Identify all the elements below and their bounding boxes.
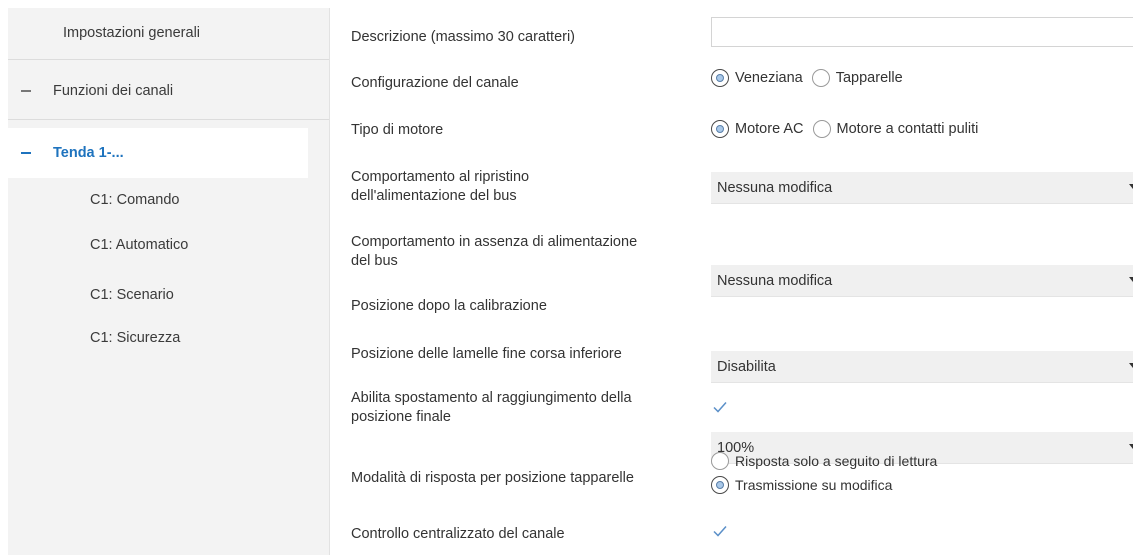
radio-unselected-icon bbox=[711, 452, 729, 470]
enable-move-checkbox[interactable] bbox=[711, 398, 729, 416]
sidebar-item-c1-automatico[interactable]: C1: Automatico bbox=[8, 220, 329, 270]
radio-label: Motore AC bbox=[735, 121, 804, 137]
bus-restore-dropdown[interactable]: Nessuna modifica bbox=[711, 172, 1133, 204]
channel-navigation-sidebar: Impostazioni generali Funzioni dei canal… bbox=[8, 8, 330, 555]
caret-down-icon bbox=[1129, 363, 1133, 368]
radio-label: Tapparelle bbox=[835, 70, 903, 86]
motor-type-radio-group: Motore AC Motore a contatti puliti bbox=[711, 120, 987, 138]
sidebar-item-c1-sicurezza[interactable]: C1: Sicurezza bbox=[8, 313, 329, 363]
sidebar-item-label: Impostazioni generali bbox=[63, 25, 201, 41]
sidebar-item-label: Tenda 1-... bbox=[53, 145, 124, 161]
central-control-checkbox[interactable] bbox=[711, 522, 729, 540]
radio-trasmissione-modifica[interactable]: Trasmissione su modifica bbox=[711, 476, 937, 494]
caret-down-icon bbox=[1129, 184, 1133, 189]
caret-down-icon bbox=[1129, 277, 1133, 282]
bus-absence-label: Comportamento in assenza di alimentazion… bbox=[351, 233, 706, 271]
radio-tapparelle[interactable]: Tapparelle bbox=[811, 69, 903, 87]
radio-motore-contatti-puliti[interactable]: Motore a contatti puliti bbox=[812, 120, 979, 138]
sidebar-divider bbox=[8, 59, 329, 60]
radio-selected-icon bbox=[711, 120, 729, 138]
bus-absence-dropdown[interactable]: Nessuna modifica bbox=[711, 265, 1133, 297]
caret-down-icon bbox=[1129, 444, 1133, 449]
motor-type-label: Tipo di motore bbox=[351, 122, 444, 138]
slat-position-label: Posizione delle lamelle fine corsa infer… bbox=[351, 346, 622, 362]
description-label: Descrizione (massimo 30 caratteri) bbox=[351, 29, 576, 45]
channel-config-label: Configurazione del canale bbox=[351, 75, 519, 91]
enable-move-label-line1: Abilita spostamento al raggiungimento de… bbox=[351, 390, 632, 406]
radio-selected-icon bbox=[711, 476, 729, 494]
dropdown-value: Nessuna modifica bbox=[717, 272, 833, 289]
sidebar-divider bbox=[8, 119, 329, 120]
bus-absence-label-line2: del bus bbox=[351, 253, 398, 269]
dropdown-value: Disabilita bbox=[717, 358, 776, 375]
checkmark-icon bbox=[713, 402, 727, 413]
radio-veneziana[interactable]: Veneziana bbox=[711, 69, 803, 87]
channel-settings-form: Descrizione (massimo 30 caratteri) Confi… bbox=[330, 0, 1133, 555]
collapse-dash-icon[interactable] bbox=[21, 90, 31, 92]
checkmark-icon bbox=[713, 526, 727, 537]
channel-config-radio-group: Veneziana Tapparelle bbox=[711, 69, 912, 87]
sidebar-item-label: C1: Scenario bbox=[90, 287, 174, 303]
sidebar-item-label: C1: Automatico bbox=[90, 237, 189, 253]
radio-selected-icon bbox=[711, 69, 729, 87]
bus-absence-label-line1: Comportamento in assenza di alimentazion… bbox=[351, 234, 638, 250]
response-mode-label: Modalità di risposta per posizione tappa… bbox=[351, 470, 634, 486]
enable-move-label-line2: posizione finale bbox=[351, 409, 451, 425]
radio-motore-ac[interactable]: Motore AC bbox=[711, 120, 804, 138]
radio-label: Veneziana bbox=[735, 70, 803, 86]
radio-risposta-lettura[interactable]: Risposta solo a seguito di lettura bbox=[711, 452, 937, 470]
collapse-dash-icon[interactable] bbox=[21, 152, 31, 154]
sidebar-item-tenda-1[interactable]: Tenda 1-... bbox=[8, 128, 308, 178]
central-control-label: Controllo centralizzato del canale bbox=[351, 526, 565, 542]
sidebar-item-c1-comando[interactable]: C1: Comando bbox=[8, 175, 329, 225]
description-input[interactable] bbox=[711, 17, 1133, 47]
radio-label: Risposta solo a seguito di lettura bbox=[735, 453, 938, 469]
sidebar-item-label: C1: Comando bbox=[90, 192, 180, 208]
radio-unselected-icon bbox=[812, 120, 831, 138]
response-mode-radio-group: Risposta solo a seguito di lettura Trasm… bbox=[711, 452, 946, 500]
radio-label: Trasmissione su modifica bbox=[735, 477, 893, 493]
calibration-position-dropdown[interactable]: Disabilita bbox=[711, 351, 1133, 383]
sidebar-item-impostazioni-generali[interactable]: Impostazioni generali bbox=[8, 8, 329, 58]
sidebar-item-label: C1: Sicurezza bbox=[90, 330, 181, 346]
bus-restore-label-line2: dell'alimentazione del bus bbox=[351, 188, 517, 204]
calibration-position-label: Posizione dopo la calibrazione bbox=[351, 298, 547, 314]
sidebar-item-label: Funzioni dei canali bbox=[53, 83, 174, 99]
radio-label: Motore a contatti puliti bbox=[836, 121, 979, 137]
enable-move-label: Abilita spostamento al raggiungimento de… bbox=[351, 389, 706, 427]
bus-restore-label: Comportamento al ripristino dell'aliment… bbox=[351, 168, 706, 206]
radio-unselected-icon bbox=[811, 69, 830, 87]
dropdown-value: Nessuna modifica bbox=[717, 179, 833, 196]
bus-restore-label-line1: Comportamento al ripristino bbox=[351, 169, 530, 185]
sidebar-item-funzioni-dei-canali[interactable]: Funzioni dei canali bbox=[8, 66, 329, 116]
